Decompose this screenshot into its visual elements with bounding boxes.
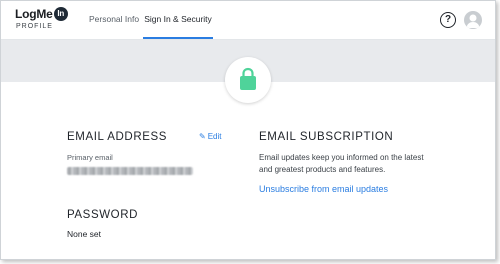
tab-personal-info[interactable]: Personal Info (89, 1, 139, 39)
primary-email-label: Primary email (67, 153, 113, 162)
primary-email-value: ••••••••••••••••••••• (67, 167, 193, 175)
password-heading: PASSWORD (67, 209, 139, 221)
pencil-icon: ✎ (199, 132, 206, 141)
logmein-logo[interactable]: LogMe In PROFILE (15, 7, 75, 35)
logo-wordmark: LogMe In (15, 7, 68, 21)
edit-email-button[interactable]: ✎ Edit (199, 132, 222, 141)
profile-window: LogMe In PROFILE Personal Info Sign In & … (0, 0, 496, 260)
security-badge (225, 57, 271, 103)
help-icon[interactable]: ? (440, 12, 456, 28)
lock-icon (240, 67, 256, 90)
avatar[interactable] (464, 11, 482, 29)
logo-text: LogMe (15, 7, 53, 21)
user-silhouette-icon (466, 14, 480, 28)
edit-label: Edit (207, 132, 222, 141)
unsubscribe-link[interactable]: Unsubscribe from email updates (259, 184, 388, 194)
subscription-description: Email updates keep you informed on the l… (259, 153, 424, 174)
email-subscription-heading: EMAIL SUBSCRIPTION (259, 131, 394, 143)
top-navigation-bar: LogMe In PROFILE Personal Info Sign In & … (1, 1, 495, 40)
logo-subtitle: PROFILE (16, 23, 53, 30)
tab-sign-in-security[interactable]: Sign In & Security (143, 1, 213, 39)
password-value: None set (67, 229, 102, 239)
email-address-heading: EMAIL ADDRESS (67, 131, 168, 143)
logo-badge: In (53, 7, 68, 21)
